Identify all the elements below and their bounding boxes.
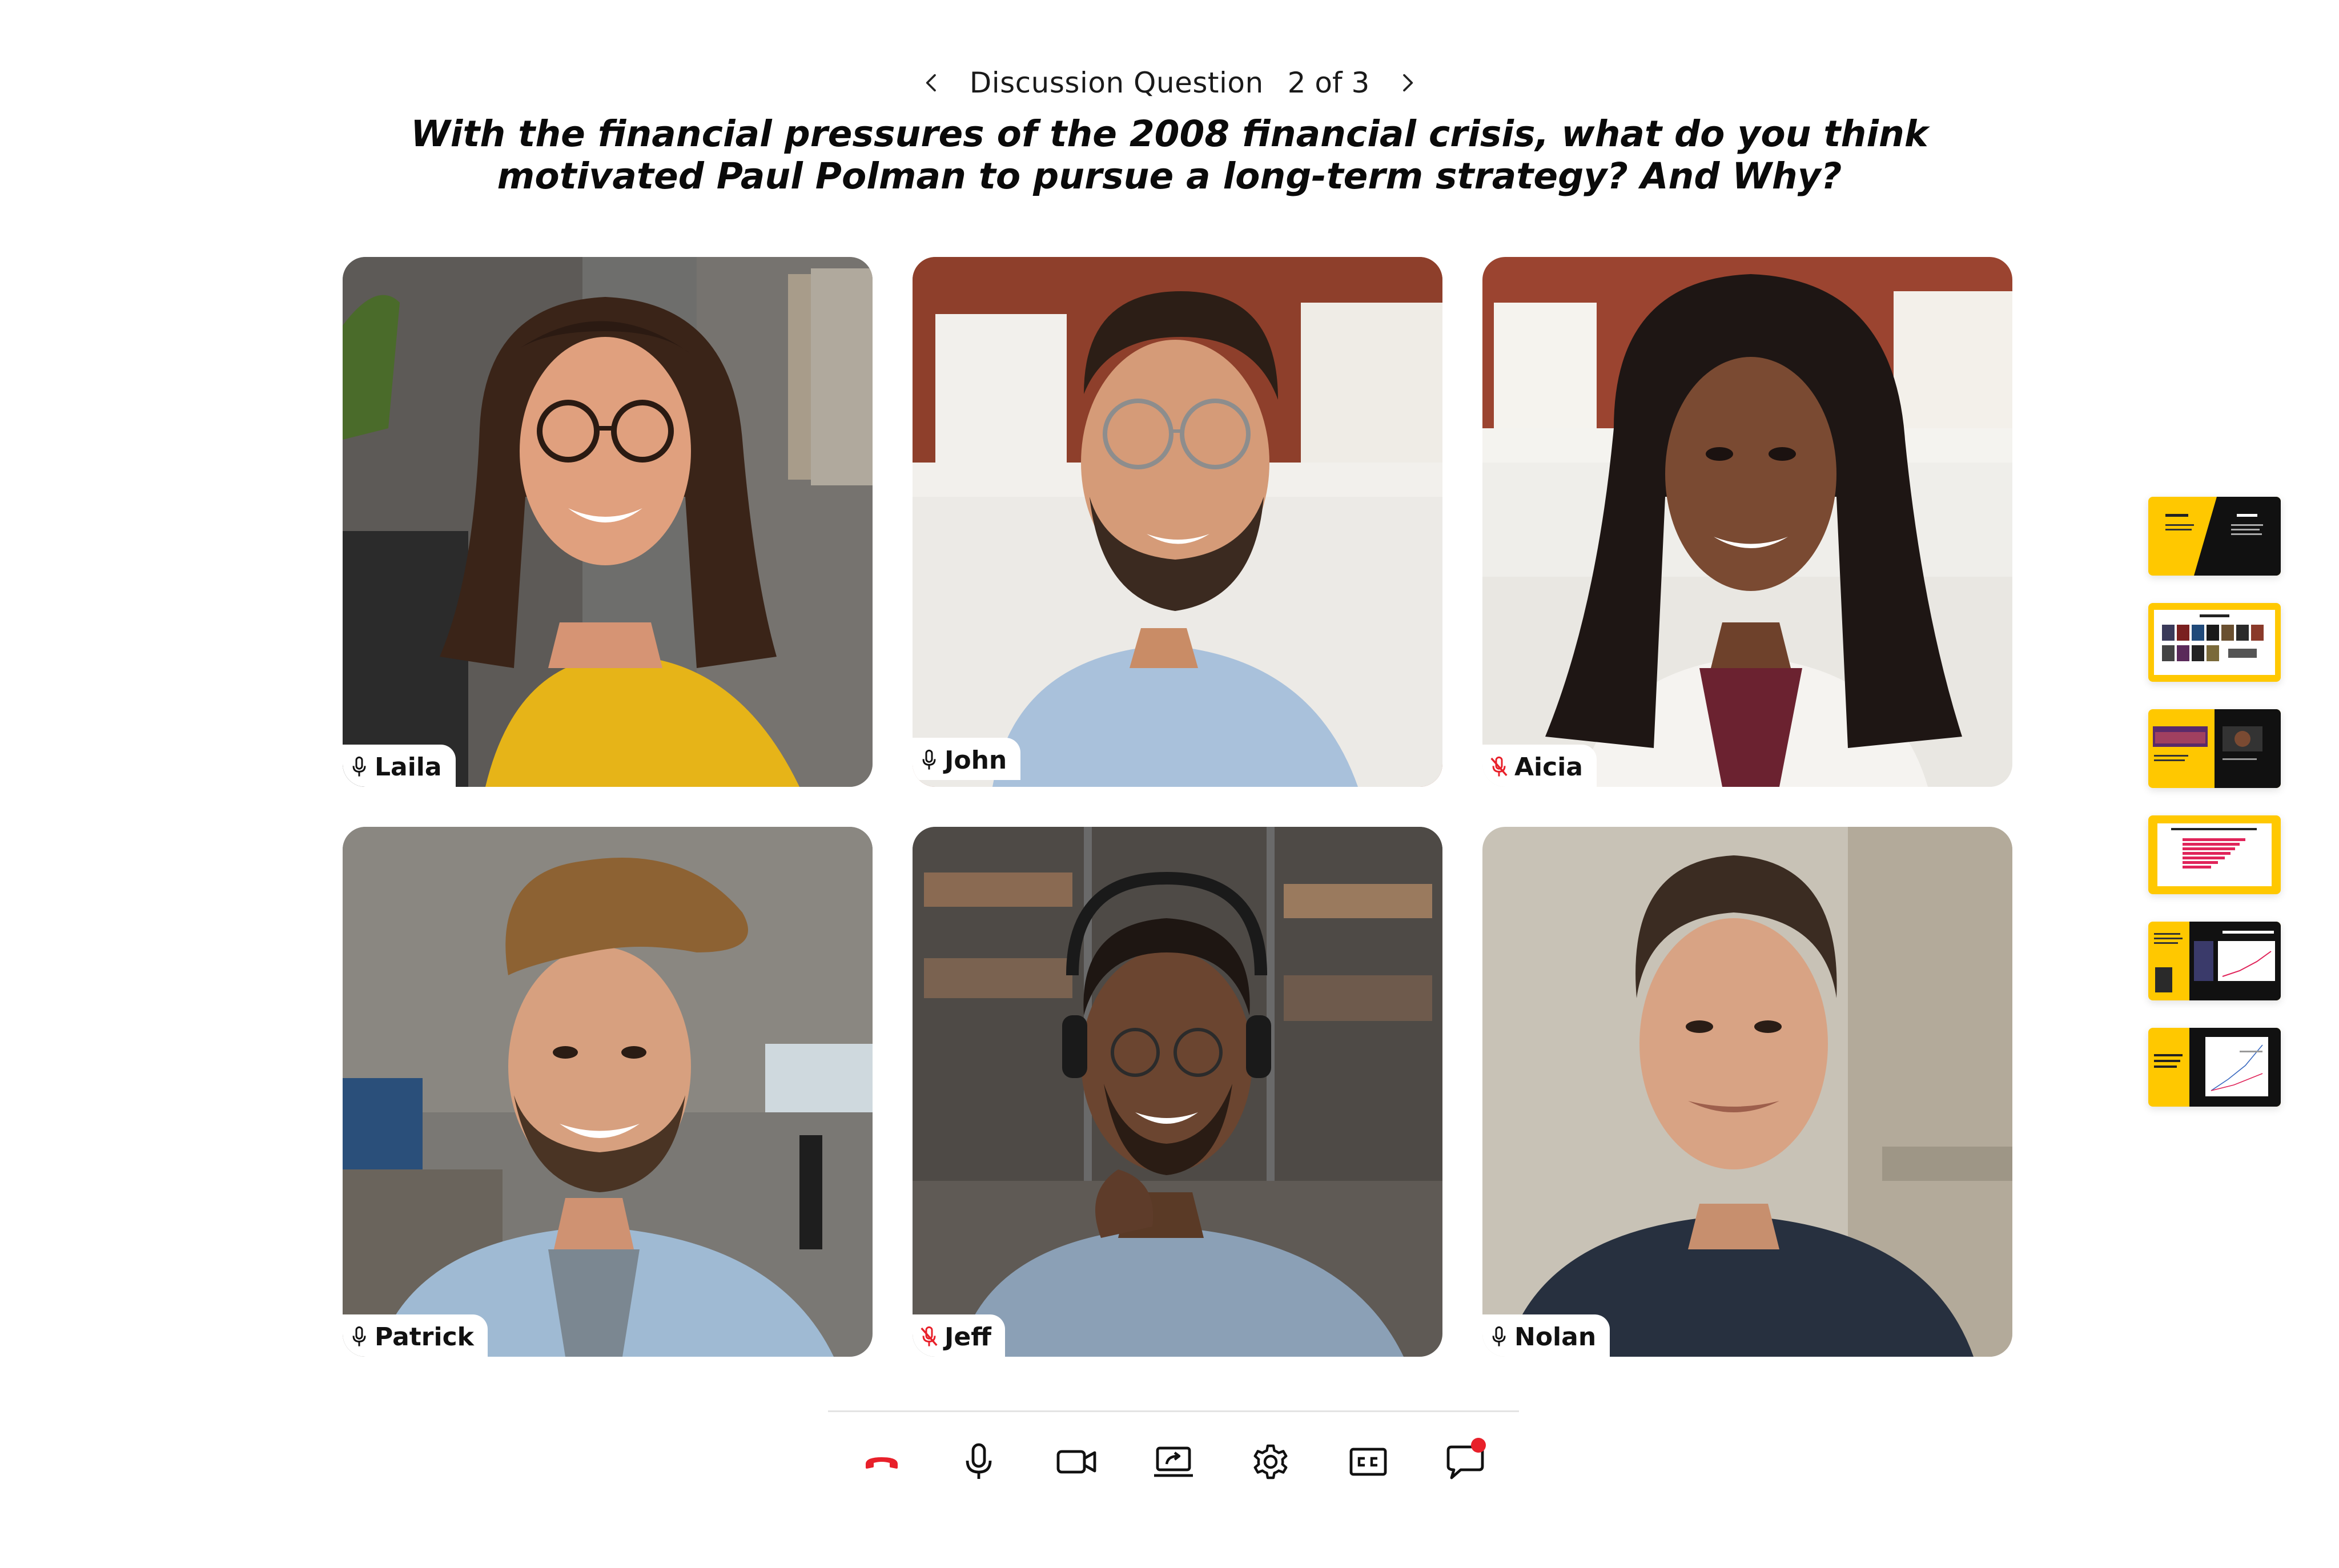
end-call-button[interactable] xyxy=(853,1433,910,1490)
participant-name: John xyxy=(945,745,1007,775)
question-label: Discussion Question xyxy=(969,66,1264,99)
gear-icon xyxy=(1253,1444,1288,1479)
participant-name: Patrick xyxy=(375,1322,474,1352)
chat-notification-badge xyxy=(1470,1438,1486,1453)
participant-nametag: Patrick xyxy=(343,1314,488,1357)
end-call-icon xyxy=(866,1457,898,1469)
participant-tile-aicia[interactable]: Aicia xyxy=(1482,257,2012,787)
discussion-question: With the financial pressures of the 2008… xyxy=(343,113,1996,198)
microphone-icon xyxy=(966,1443,992,1479)
question-line-1: With the financial pressures of the 2008… xyxy=(411,113,1928,155)
participant-name: Aicia xyxy=(1514,752,1583,782)
participant-nametag: John xyxy=(913,738,1021,780)
camera-button[interactable] xyxy=(1048,1433,1105,1490)
question-line-2: motivated Paul Polman to pursue a long-t… xyxy=(497,155,1842,197)
slide-thumbnail-4[interactable] xyxy=(2148,815,2281,894)
participant-video-jeff xyxy=(913,827,1442,1357)
question-navigator: Discussion Question 2 of 3 xyxy=(0,63,2339,103)
participant-nametag: Jeff xyxy=(913,1314,1005,1357)
chevron-right-icon[interactable] xyxy=(1390,66,1424,100)
microphone-muted-icon xyxy=(1489,755,1509,778)
share-screen-button[interactable] xyxy=(1145,1433,1202,1490)
participant-tile-laila[interactable]: Laila xyxy=(343,257,873,787)
participant-name: Jeff xyxy=(945,1322,991,1352)
participant-tile-jeff[interactable]: Jeff xyxy=(913,827,1442,1357)
microphone-button[interactable] xyxy=(950,1433,1007,1490)
microphone-icon xyxy=(919,749,939,771)
participant-name: Laila xyxy=(375,752,442,782)
share-screen-icon xyxy=(1154,1446,1193,1477)
toolbar-divider xyxy=(828,1410,1519,1412)
chevron-left-icon[interactable] xyxy=(915,66,949,100)
microphone-icon xyxy=(349,1325,369,1348)
settings-button[interactable] xyxy=(1242,1433,1299,1490)
microphone-icon xyxy=(1489,1325,1509,1348)
slide-thumbnail-3[interactable] xyxy=(2148,709,2281,788)
participant-tile-john[interactable]: John xyxy=(913,257,1442,787)
participant-tile-nolan[interactable]: Nolan xyxy=(1482,827,2012,1357)
question-counter: 2 of 3 xyxy=(1287,66,1370,99)
microphone-icon xyxy=(349,755,369,778)
slide-thumbnail-1[interactable] xyxy=(2148,497,2281,576)
participant-video-patrick xyxy=(343,827,873,1357)
participant-nametag: Aicia xyxy=(1482,745,1597,787)
camera-icon xyxy=(1056,1450,1096,1474)
microphone-muted-icon xyxy=(919,1325,939,1348)
participant-video-aicia xyxy=(1482,257,2012,787)
chat-button[interactable] xyxy=(1437,1433,1494,1490)
captions-icon xyxy=(1349,1448,1387,1476)
participant-nametag: Nolan xyxy=(1482,1314,1610,1357)
participant-nametag: Laila xyxy=(343,745,456,787)
slide-thumbnail-2[interactable] xyxy=(2148,603,2281,682)
participant-video-john xyxy=(913,257,1442,787)
participant-video-laila xyxy=(343,257,873,787)
participant-video-nolan xyxy=(1482,827,2012,1357)
captions-button[interactable] xyxy=(1340,1433,1397,1490)
participant-name: Nolan xyxy=(1514,1322,1597,1352)
call-toolbar xyxy=(828,1430,1519,1493)
slide-thumbnail-5[interactable] xyxy=(2148,922,2281,1000)
participant-tile-patrick[interactable]: Patrick xyxy=(343,827,873,1357)
slide-thumbnail-6[interactable] xyxy=(2148,1028,2281,1107)
